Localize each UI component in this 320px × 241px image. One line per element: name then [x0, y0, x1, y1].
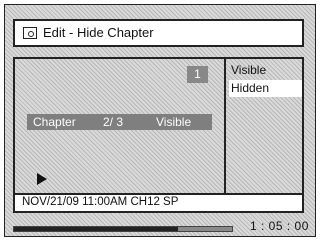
play-icon — [37, 173, 47, 185]
visibility-menu: Visible Hidden — [226, 59, 302, 193]
title-bar: Edit - Hide Chapter — [13, 19, 304, 47]
window-title: Edit - Hide Chapter — [43, 25, 154, 40]
menu-item-visible[interactable]: Visible — [229, 62, 302, 79]
playback-progress-bar — [13, 226, 233, 232]
chapter-info-bar: Chapter 2/ 3 Visible — [27, 114, 212, 130]
video-preview: 1 Chapter 2/ 3 Visible — [15, 59, 226, 193]
playback-progress-fill — [14, 227, 178, 231]
chapter-label: Chapter — [33, 115, 76, 129]
main-panel: 1 Chapter 2/ 3 Visible Visible Hidden — [13, 57, 304, 195]
chapter-count: 2/ 3 — [103, 115, 124, 129]
disc-edit-icon — [23, 27, 37, 39]
recording-info: NOV/21/09 11:00AM CH12 SP — [22, 196, 179, 208]
time-readout: 1 : 05 : 00 — [250, 219, 309, 233]
chapter-number-badge: 1 — [187, 66, 208, 83]
recording-info-bar: NOV/21/09 11:00AM CH12 SP — [13, 195, 304, 213]
chapter-status: Visible — [156, 115, 192, 129]
menu-item-hidden[interactable]: Hidden — [229, 80, 302, 97]
